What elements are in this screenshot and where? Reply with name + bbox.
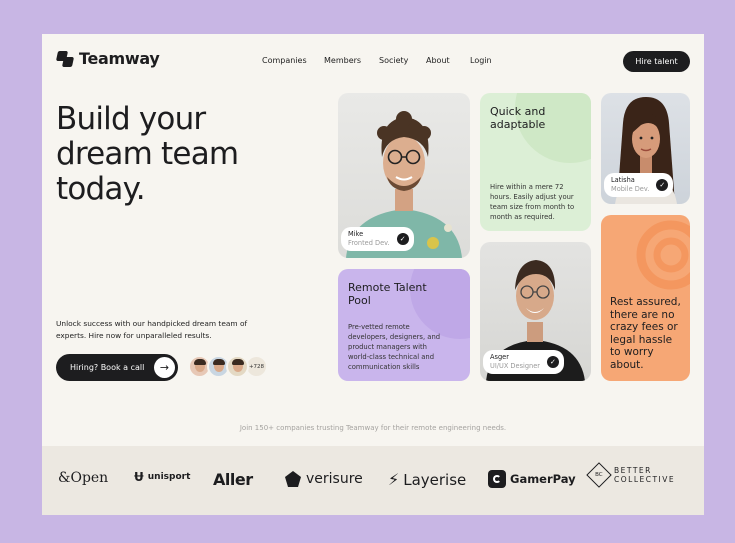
nav-about[interactable]: About bbox=[426, 56, 450, 65]
card-title: Rest assured, there are no crazy fees or… bbox=[610, 296, 681, 371]
logo-better-text: BETTER bbox=[614, 466, 652, 475]
logo-layerise-text: Layerise bbox=[403, 470, 467, 489]
logo-aller: Aller bbox=[213, 470, 253, 489]
card-body: Pre-vetted remote developers, designers,… bbox=[348, 323, 441, 371]
member-name: Latisha bbox=[611, 176, 635, 184]
card-asger[interactable]: Asger UI/UX Designer ✓ bbox=[480, 242, 591, 381]
member-tag: Latisha Mobile Dev. ✓ bbox=[604, 173, 674, 197]
brand-name: Teamway bbox=[79, 49, 160, 68]
member-role: Mobile Dev. bbox=[611, 185, 650, 193]
logo-layerise: ⚡ Layerise bbox=[388, 470, 466, 489]
hero-subtitle: Unlock success with our handpicked dream… bbox=[56, 319, 248, 340]
member-avatars: +728 bbox=[188, 355, 268, 378]
brand-logo[interactable]: Teamway bbox=[55, 49, 160, 68]
card-remote-talent: Remote Talent Pool Pre-vetted remote dev… bbox=[338, 269, 470, 381]
unisport-icon: Ʉ bbox=[134, 470, 144, 484]
verified-check-icon: ✓ bbox=[656, 179, 669, 191]
logo-unisport-text: unisport bbox=[147, 472, 191, 482]
logo-collective-text: COLLECTIVE bbox=[614, 475, 676, 484]
nav-members[interactable]: Members bbox=[324, 56, 361, 65]
logo-verisure-text: verisure bbox=[306, 471, 363, 487]
card-title: Quick and adaptable bbox=[490, 105, 546, 131]
verified-check-icon: ✓ bbox=[396, 233, 409, 245]
member-name: Mike bbox=[348, 230, 364, 238]
lightning-icon: ⚡ bbox=[388, 470, 400, 489]
hero-title: Build your dream team today. bbox=[56, 102, 256, 207]
nav-login[interactable]: Login bbox=[470, 56, 492, 65]
hire-talent-button[interactable]: Hire talent bbox=[623, 51, 690, 72]
logo-better-collective: BC BETTER COLLECTIVE bbox=[586, 462, 676, 488]
logo-verisure: verisure bbox=[284, 470, 363, 488]
card-latisha[interactable]: Latisha Mobile Dev. ✓ bbox=[601, 93, 690, 204]
hero-title-line: Build your bbox=[56, 101, 206, 137]
logo-aller-text: Aller bbox=[213, 470, 253, 489]
trust-text: Join 150+ companies trusting Teamway for… bbox=[239, 424, 507, 432]
logo-unisport: Ʉ unisport bbox=[134, 470, 190, 484]
book-call-button[interactable]: Hiring? Book a call → bbox=[56, 354, 178, 381]
verisure-icon bbox=[285, 471, 301, 487]
avatar bbox=[226, 355, 249, 378]
gamerpay-icon bbox=[488, 470, 506, 488]
book-call-label: Hiring? Book a call bbox=[70, 363, 145, 372]
member-role: Fronted Dev. bbox=[348, 239, 390, 247]
verified-check-icon: ✓ bbox=[546, 356, 559, 368]
card-title: Remote Talent Pool bbox=[348, 281, 427, 307]
logo-gamerpay: GamerPay bbox=[488, 470, 576, 488]
card-rest-assured: Rest assured, there are no crazy fees or… bbox=[601, 215, 690, 381]
card-mike[interactable]: Mike Fronted Dev. ✓ bbox=[338, 93, 470, 258]
landing-page: Teamway Companies Members Society About … bbox=[42, 34, 704, 515]
logo-gamerpay-text: GamerPay bbox=[510, 472, 576, 486]
logo-open: &Open bbox=[58, 470, 108, 486]
hero-title-line: today. bbox=[56, 171, 146, 207]
member-name: Asger bbox=[490, 353, 509, 361]
hero-title-line: dream team bbox=[56, 136, 239, 172]
nav-society[interactable]: Society bbox=[379, 56, 408, 65]
logo-icon bbox=[55, 50, 75, 68]
bc-icon-text: BC bbox=[595, 472, 603, 478]
nav-companies[interactable]: Companies bbox=[262, 56, 307, 65]
decorative-arcs bbox=[636, 220, 690, 290]
arrow-right-icon: → bbox=[154, 357, 175, 378]
member-tag: Asger UI/UX Designer ✓ bbox=[483, 350, 564, 374]
bc-icon: BC bbox=[586, 462, 612, 488]
member-tag: Mike Fronted Dev. ✓ bbox=[341, 227, 414, 251]
card-quick-adaptable: Quick and adaptable Hire within a mere 7… bbox=[480, 93, 591, 231]
card-body: Hire within a mere 72 hours. Easily adju… bbox=[490, 183, 575, 221]
member-role: UI/UX Designer bbox=[490, 362, 540, 370]
client-logos: &Open Ʉ unisport Aller verisure ⚡ Layeri… bbox=[42, 446, 704, 515]
logo-open-text: &Open bbox=[58, 470, 109, 486]
